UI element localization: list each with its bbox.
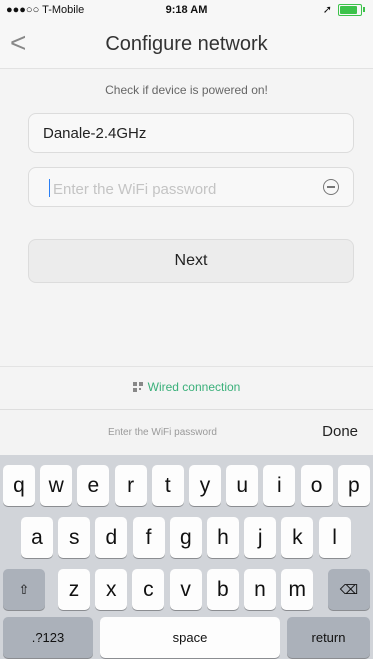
key-e[interactable]: e (77, 465, 110, 506)
clock: 9:18 AM (165, 4, 208, 16)
done-button[interactable]: Done (322, 423, 358, 440)
key-w[interactable]: w (40, 465, 73, 506)
key-t[interactable]: t (151, 465, 184, 506)
text-cursor (49, 179, 50, 197)
battery-tip-icon (363, 7, 365, 12)
status-bar: ●●●○○ T-Mobile 9:18 AM ➚ (0, 0, 373, 20)
key-g[interactable]: g (169, 517, 202, 558)
key-o[interactable]: o (300, 465, 333, 506)
shift-key[interactable]: ⇧ (3, 569, 45, 610)
next-button[interactable]: Next (28, 239, 354, 283)
network-form: Check if device is powered on! Danale-2.… (0, 69, 373, 365)
key-j[interactable]: j (244, 517, 277, 558)
battery-icon (338, 3, 362, 16)
keyboard-accessory-bar: Enter the WiFi password Done (0, 409, 373, 456)
numbers-mode-key[interactable]: .?123 (3, 617, 93, 658)
key-x[interactable]: x (95, 569, 128, 610)
key-n[interactable]: n (244, 569, 276, 610)
key-h[interactable]: h (207, 517, 239, 558)
accessory-hint: Enter the WiFi password (108, 427, 217, 438)
qr-code-icon (132, 382, 143, 392)
key-y[interactable]: y (189, 465, 221, 506)
key-m[interactable]: m (281, 569, 314, 610)
key-v[interactable]: v (169, 569, 202, 610)
password-input[interactable] (51, 177, 315, 201)
delete-key[interactable]: ⌫ (328, 569, 370, 610)
key-q[interactable]: q (3, 465, 35, 506)
keyboard: q w e r t y u i o p a s d f g h j k l ⇧ z x c v b n m ⌫ .?123 space re… (0, 455, 373, 659)
navigation-bar: < Configure network (0, 20, 373, 69)
key-i[interactable]: i (263, 465, 296, 506)
return-key[interactable]: return (287, 617, 370, 658)
key-a[interactable]: a (21, 517, 53, 558)
ssid-value: Danale-2.4GHz (43, 125, 147, 142)
key-b[interactable]: b (206, 569, 239, 610)
key-l[interactable]: l (318, 517, 351, 558)
wired-connection-link[interactable]: Wired connection (0, 380, 373, 394)
password-field[interactable] (28, 167, 354, 207)
location-icon: ➚ (322, 4, 332, 16)
wired-connection-bar: Wired connection (0, 366, 373, 409)
key-u[interactable]: u (226, 465, 259, 506)
key-f[interactable]: f (132, 517, 165, 558)
space-key[interactable]: space (100, 617, 280, 658)
ssid-field[interactable]: Danale-2.4GHz (28, 113, 354, 153)
status-icons: ➚ (323, 3, 365, 16)
key-k[interactable]: k (281, 517, 314, 558)
key-r[interactable]: r (114, 465, 147, 506)
key-d[interactable]: d (95, 517, 128, 558)
power-hint: Check if device is powered on! (105, 83, 268, 97)
page-title: Configure network (105, 33, 268, 55)
key-s[interactable]: s (58, 517, 91, 558)
key-c[interactable]: c (132, 569, 165, 610)
key-z[interactable]: z (58, 569, 90, 610)
wired-connection-label: Wired connection (147, 380, 241, 394)
show-password-icon[interactable] (323, 179, 339, 195)
key-p[interactable]: p (337, 465, 370, 506)
